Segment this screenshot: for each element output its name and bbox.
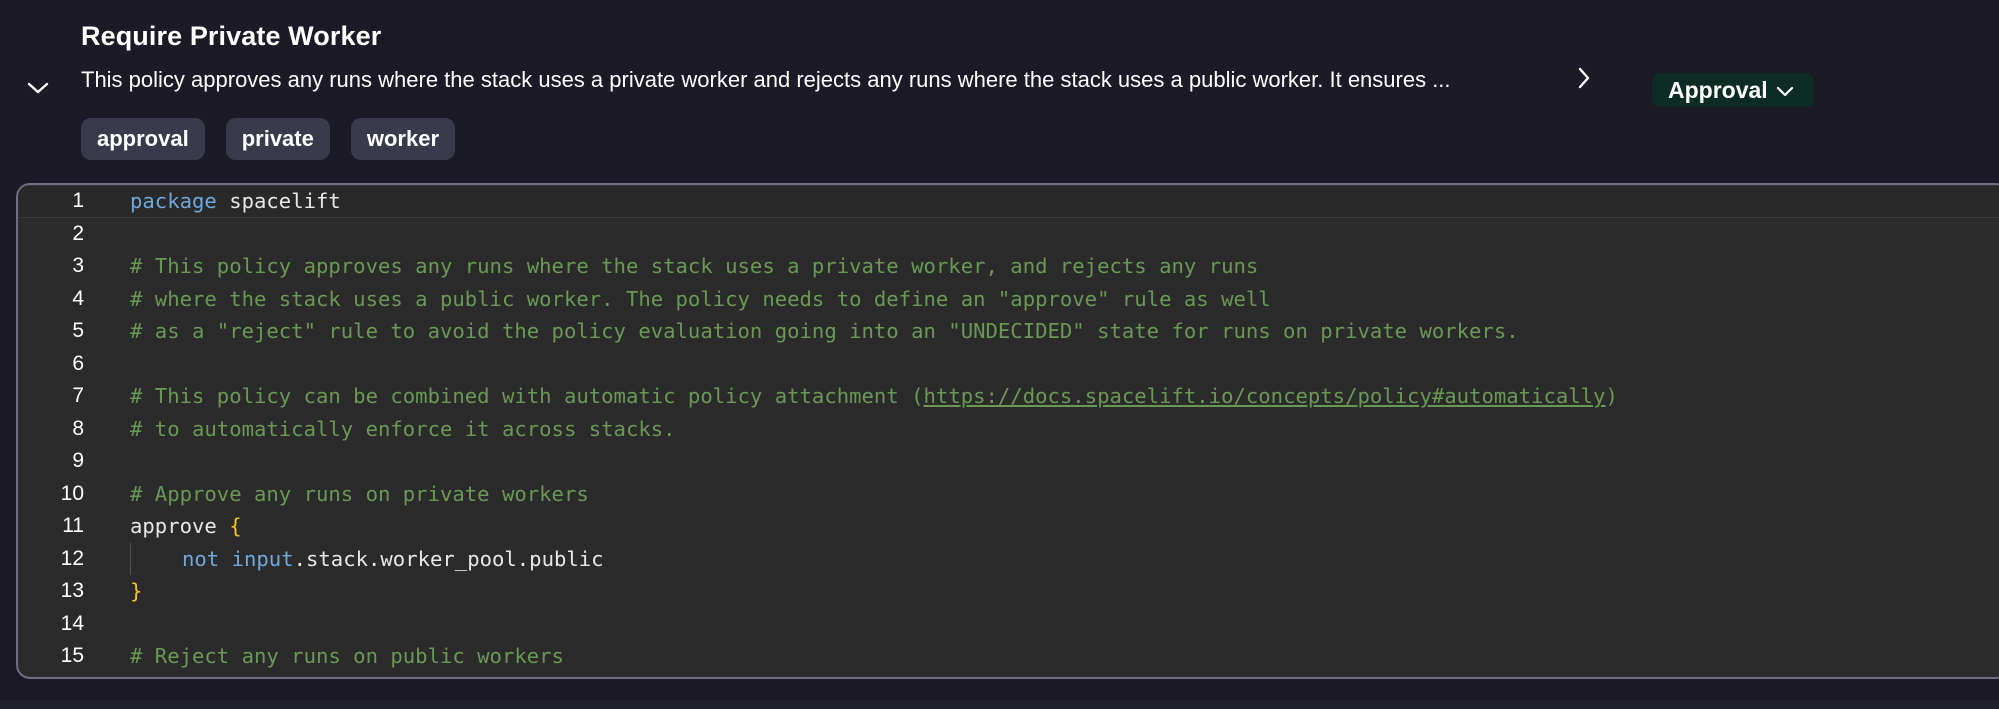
code-comment: # to automatically enforce it across sta… <box>130 416 676 441</box>
code-line: 4 # where the stack uses a public worker… <box>18 283 1999 316</box>
keyword: not <box>182 546 220 571</box>
indent-guide <box>130 542 131 575</box>
line-number: 15 <box>60 644 84 668</box>
policy-description: This policy approves any runs where the … <box>81 67 1451 92</box>
collapse-toggle-button[interactable] <box>24 76 52 104</box>
code-line: 7 # This policy can be combined with aut… <box>18 380 1999 413</box>
code-line: 12 not input.stack.worker_pool.public <box>18 542 1999 575</box>
code-line: 11 approve { <box>18 510 1999 543</box>
divider <box>0 700 1999 709</box>
code-line: 2 <box>18 218 1999 251</box>
code-line: 3 # This policy approves any runs where … <box>18 250 1999 283</box>
tag-worker[interactable]: worker <box>350 118 456 160</box>
line-number: 1 <box>72 189 84 213</box>
code-line: 6 <box>18 348 1999 381</box>
code-line: 8 # to automatically enforce it across s… <box>18 413 1999 446</box>
code-text: approve <box>130 514 230 539</box>
code-comment: # Approve any runs on private workers <box>130 481 589 506</box>
chevron-down-icon <box>1776 77 1794 104</box>
line-number: 11 <box>62 514 84 538</box>
line-number: 8 <box>72 416 84 440</box>
policy-title: Require Private Worker <box>81 21 382 51</box>
code-comment: # as a "reject" rule to avoid the policy… <box>130 319 1519 344</box>
line-number: 5 <box>72 319 84 343</box>
line-number: 13 <box>60 579 84 603</box>
line-number: 9 <box>72 449 84 473</box>
line-number: 6 <box>72 351 84 375</box>
code-line: 5 # as a "reject" rule to avoid the poli… <box>18 315 1999 348</box>
line-number: 3 <box>72 254 84 278</box>
chevron-down-icon <box>27 81 49 100</box>
line-number: 4 <box>72 286 84 310</box>
code-line: 9 <box>18 445 1999 478</box>
keyword: input <box>231 546 294 571</box>
code-line: 1 package spacelift <box>18 185 1999 218</box>
code-comment: # This policy approves any runs where th… <box>130 254 1259 279</box>
line-number: 7 <box>72 384 84 408</box>
brace: } <box>130 579 143 604</box>
docs-link[interactable]: https://docs.spacelift.io/concepts/polic… <box>924 384 1606 408</box>
tag-approval[interactable]: approval <box>81 118 205 160</box>
code-comment: # where the stack uses a public worker. … <box>130 286 1271 311</box>
code-line: 14 <box>18 608 1999 641</box>
code-comment: ) <box>1605 384 1618 409</box>
code-line: 10 # Approve any runs on private workers <box>18 478 1999 511</box>
chevron-right-icon <box>1577 67 1591 94</box>
keyword: package <box>130 189 217 214</box>
code-text: .stack.worker_pool.public <box>293 546 604 571</box>
tag-list: approval private worker <box>81 118 456 160</box>
line-number: 14 <box>60 611 84 635</box>
code-comment: # Reject any runs on public workers <box>130 644 564 669</box>
code-editor[interactable]: 1 package spacelift 2 3 # This policy ap… <box>16 183 1999 679</box>
code-line: 15 # Reject any runs on public workers <box>18 640 1999 673</box>
policy-type-label: Approval <box>1668 76 1768 103</box>
code-line: 13 } <box>18 575 1999 608</box>
policy-type-dropdown[interactable]: Approval <box>1652 73 1814 107</box>
expand-description-button[interactable] <box>1570 66 1598 94</box>
policy-card: Require Private Worker This policy appro… <box>0 0 1999 709</box>
code-text: spacelift <box>216 189 341 214</box>
line-number: 2 <box>72 221 84 245</box>
brace: { <box>229 514 242 539</box>
line-number: 12 <box>60 546 84 570</box>
line-number: 10 <box>60 481 84 505</box>
code-comment: # This policy can be combined with autom… <box>130 384 924 409</box>
tag-private[interactable]: private <box>225 118 330 160</box>
